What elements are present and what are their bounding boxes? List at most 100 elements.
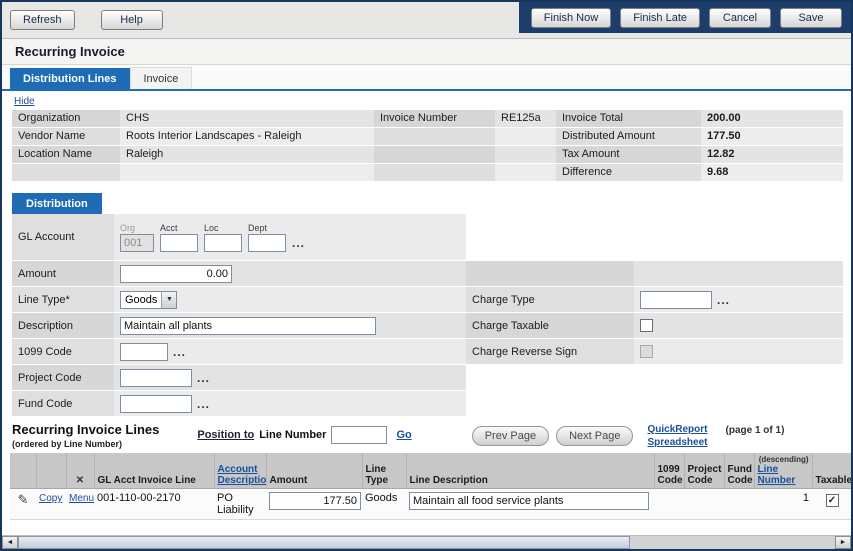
tab-invoice[interactable]: Invoice xyxy=(130,67,193,89)
lines-section-header: Recurring Invoice Lines (ordered by Line… xyxy=(12,422,843,449)
amount-input[interactable] xyxy=(120,265,232,283)
scroll-left-icon: ◄ xyxy=(7,539,14,546)
loc-input[interactable] xyxy=(204,234,242,252)
charge-type-lookup-icon[interactable]: ... xyxy=(717,295,730,305)
invoice-number-value: RE125a xyxy=(495,110,556,127)
table-row: ✎ Copy Menu 001-110-00-2170 PO Liability… xyxy=(10,489,852,520)
col-1099-code: 1099 Code xyxy=(654,453,684,489)
line-type-label: Line Type* xyxy=(12,287,114,312)
top-toolbar: Refresh Help Finish Now Finish Late Canc… xyxy=(2,2,851,39)
horizontal-scrollbar[interactable]: ◄ ► xyxy=(2,535,851,549)
description-input[interactable] xyxy=(120,317,376,335)
lines-title: Recurring Invoice Lines xyxy=(12,422,159,437)
position-line-number-label: Line Number xyxy=(259,429,326,441)
organization-value: CHS xyxy=(120,110,374,127)
gl-account-label: GL Account xyxy=(12,214,114,260)
vendor-name-value: Roots Interior Landscapes - Raleigh xyxy=(120,128,374,145)
cell-line-number: 1 xyxy=(754,489,812,520)
col-line-number: (descending) Line Number xyxy=(754,453,812,489)
1099-code-lookup-icon[interactable]: ... xyxy=(173,347,186,357)
org-input xyxy=(120,234,154,252)
cancel-button[interactable]: Cancel xyxy=(709,8,771,28)
prev-page-button[interactable]: Prev Page xyxy=(472,426,549,446)
charge-taxable-checkbox[interactable] xyxy=(640,319,653,332)
recurring-invoice-lines-table: ✕ GL Acct Invoice Line Account Descripti… xyxy=(10,453,853,520)
table-header-row: ✕ GL Acct Invoice Line Account Descripti… xyxy=(10,453,852,489)
project-code-label: Project Code xyxy=(12,365,114,390)
finish-now-button[interactable]: Finish Now xyxy=(531,8,611,28)
spreadsheet-link[interactable]: Spreadsheet xyxy=(647,436,707,449)
help-button[interactable]: Help xyxy=(101,10,163,30)
delete-line-icon[interactable]: ✕ xyxy=(76,475,84,486)
fund-code-lookup-icon[interactable]: ... xyxy=(197,399,210,409)
col-line-description: Line Description xyxy=(406,453,654,489)
main-tabbar: Distribution Lines Invoice xyxy=(2,65,851,91)
scroll-right-button[interactable]: ► xyxy=(835,536,851,549)
col-fund-code: Fund Code xyxy=(724,453,754,489)
distribution-form: GL Account Org Acct Loc xyxy=(12,214,843,416)
invoice-total-value: 200.00 xyxy=(701,110,843,127)
col-account-description[interactable]: Account Description xyxy=(214,453,266,489)
dept-label: Dept xyxy=(248,223,286,233)
quick-report-link[interactable]: QuickReport xyxy=(647,423,707,436)
position-to-link[interactable]: Position to xyxy=(197,429,254,441)
scrollbar-thumb[interactable] xyxy=(18,536,630,549)
finish-late-button[interactable]: Finish Late xyxy=(620,8,700,28)
charge-type-label: Charge Type xyxy=(466,287,634,312)
scroll-left-button[interactable]: ◄ xyxy=(2,536,18,549)
page-title-bar: Recurring Invoice xyxy=(2,39,851,65)
cell-project-code xyxy=(684,489,724,520)
location-name-label: Location Name xyxy=(12,146,120,163)
description-label: Description xyxy=(12,313,114,338)
acct-label: Acct xyxy=(160,223,198,233)
col-taxable: Taxable xyxy=(812,453,852,489)
taxable-checkbox[interactable]: ✓ xyxy=(826,494,839,507)
save-button[interactable]: Save xyxy=(780,8,842,28)
cell-fund-code xyxy=(724,489,754,520)
vendor-name-label: Vendor Name xyxy=(12,128,120,145)
tax-amount-value: 12.82 xyxy=(701,146,843,163)
invoice-summary-grid: Organization CHS Invoice Number RE125a I… xyxy=(12,110,843,181)
next-page-button[interactable]: Next Page xyxy=(556,426,633,446)
dropdown-arrow-icon: ▼ xyxy=(161,292,176,308)
tab-distribution-lines[interactable]: Distribution Lines xyxy=(10,68,130,89)
line-number-sort-link[interactable]: Line Number xyxy=(758,464,796,486)
scroll-right-icon: ► xyxy=(840,539,847,546)
fund-code-input[interactable] xyxy=(120,395,192,413)
dept-input[interactable] xyxy=(248,234,286,252)
charge-type-input[interactable] xyxy=(640,291,712,309)
gl-account-lookup-icon[interactable]: ... xyxy=(292,238,305,252)
cell-account-description: PO Liability xyxy=(214,489,266,520)
charge-reverse-sign-label: Charge Reverse Sign xyxy=(466,339,634,364)
distributed-amount-label: Distributed Amount xyxy=(556,128,701,145)
menu-line-link[interactable]: Menu xyxy=(69,493,94,504)
distributed-amount-value: 177.50 xyxy=(701,128,843,145)
page-info: (page 1 of 1) xyxy=(726,425,785,436)
line-type-select[interactable]: Goods ▼ xyxy=(120,291,177,309)
location-name-value: Raleigh xyxy=(120,146,374,163)
col-line-type: Line Type xyxy=(362,453,406,489)
scrollbar-track[interactable] xyxy=(630,536,835,549)
org-label: Org xyxy=(120,223,154,233)
go-link[interactable]: Go xyxy=(396,429,411,441)
app-window: Refresh Help Finish Now Finish Late Canc… xyxy=(0,0,853,551)
hide-link[interactable]: Hide xyxy=(14,96,35,107)
refresh-button[interactable]: Refresh xyxy=(10,10,75,30)
difference-value: 9.68 xyxy=(701,164,843,181)
project-code-lookup-icon[interactable]: ... xyxy=(197,373,210,383)
acct-input[interactable] xyxy=(160,234,198,252)
invoice-number-label: Invoice Number xyxy=(374,110,495,127)
amount-label: Amount xyxy=(12,261,114,286)
edit-line-icon[interactable]: ✎ xyxy=(18,492,29,507)
cell-gl-acct: 001-110-00-2170 xyxy=(94,489,214,520)
line-description-input[interactable] xyxy=(409,492,649,510)
line-amount-input[interactable] xyxy=(269,492,361,510)
1099-code-input[interactable] xyxy=(120,343,168,361)
col-amount: Amount xyxy=(266,453,362,489)
tab-distribution[interactable]: Distribution xyxy=(12,193,102,214)
position-to-input[interactable] xyxy=(331,426,387,444)
loc-label: Loc xyxy=(204,223,242,233)
copy-line-link[interactable]: Copy xyxy=(39,493,62,504)
project-code-input[interactable] xyxy=(120,369,192,387)
col-gl-acct-invoice-line: GL Acct Invoice Line xyxy=(94,453,214,489)
